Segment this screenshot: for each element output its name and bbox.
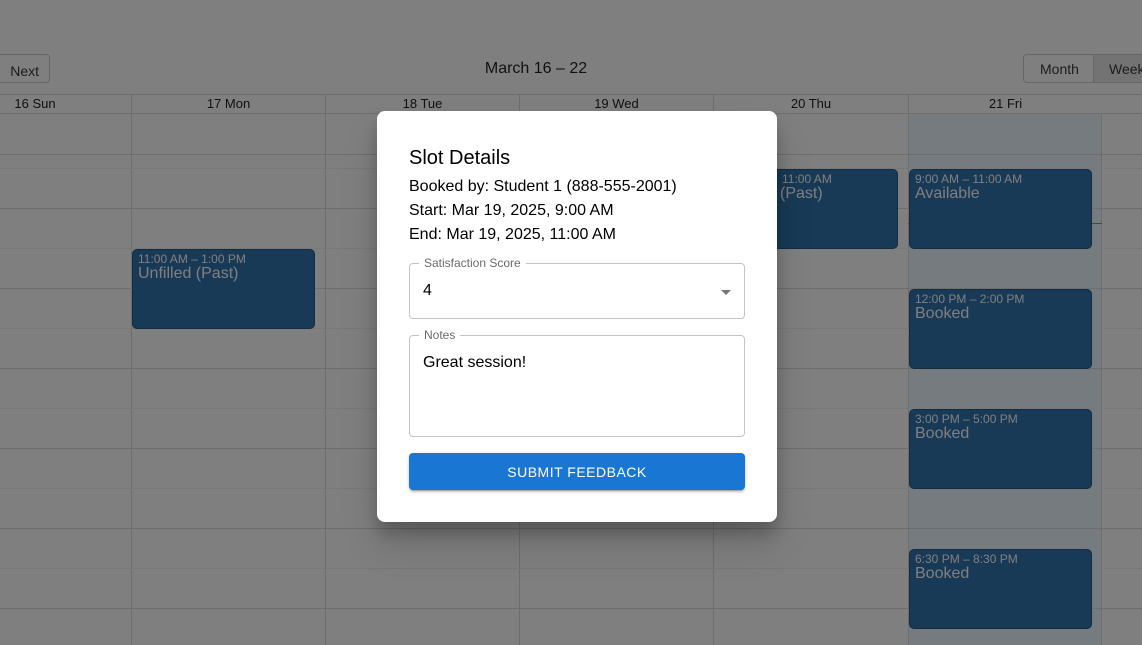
booked-by-text: Booked by: Student 1 (888-555-2001) bbox=[409, 178, 677, 195]
notes-textarea[interactable]: Notes Great session! bbox=[409, 328, 745, 437]
submit-feedback-button[interactable]: SUBMIT FEEDBACK bbox=[409, 453, 745, 490]
dropdown-arrow-icon bbox=[721, 290, 731, 295]
slot-details-dialog: Slot Details Booked by: Student 1 (888-5… bbox=[377, 111, 777, 522]
satisfaction-score-select[interactable]: Satisfaction Score 4 bbox=[409, 256, 745, 319]
end-time-text: End: Mar 19, 2025, 11:00 AM bbox=[409, 226, 616, 243]
notes-label: Notes bbox=[419, 328, 461, 342]
start-time-text: Start: Mar 19, 2025, 9:00 AM bbox=[409, 202, 614, 219]
satisfaction-score-value: 4 bbox=[423, 282, 432, 299]
satisfaction-score-label: Satisfaction Score bbox=[419, 256, 526, 270]
dialog-title: Slot Details bbox=[409, 147, 511, 169]
notes-value: Great session! bbox=[423, 354, 527, 371]
